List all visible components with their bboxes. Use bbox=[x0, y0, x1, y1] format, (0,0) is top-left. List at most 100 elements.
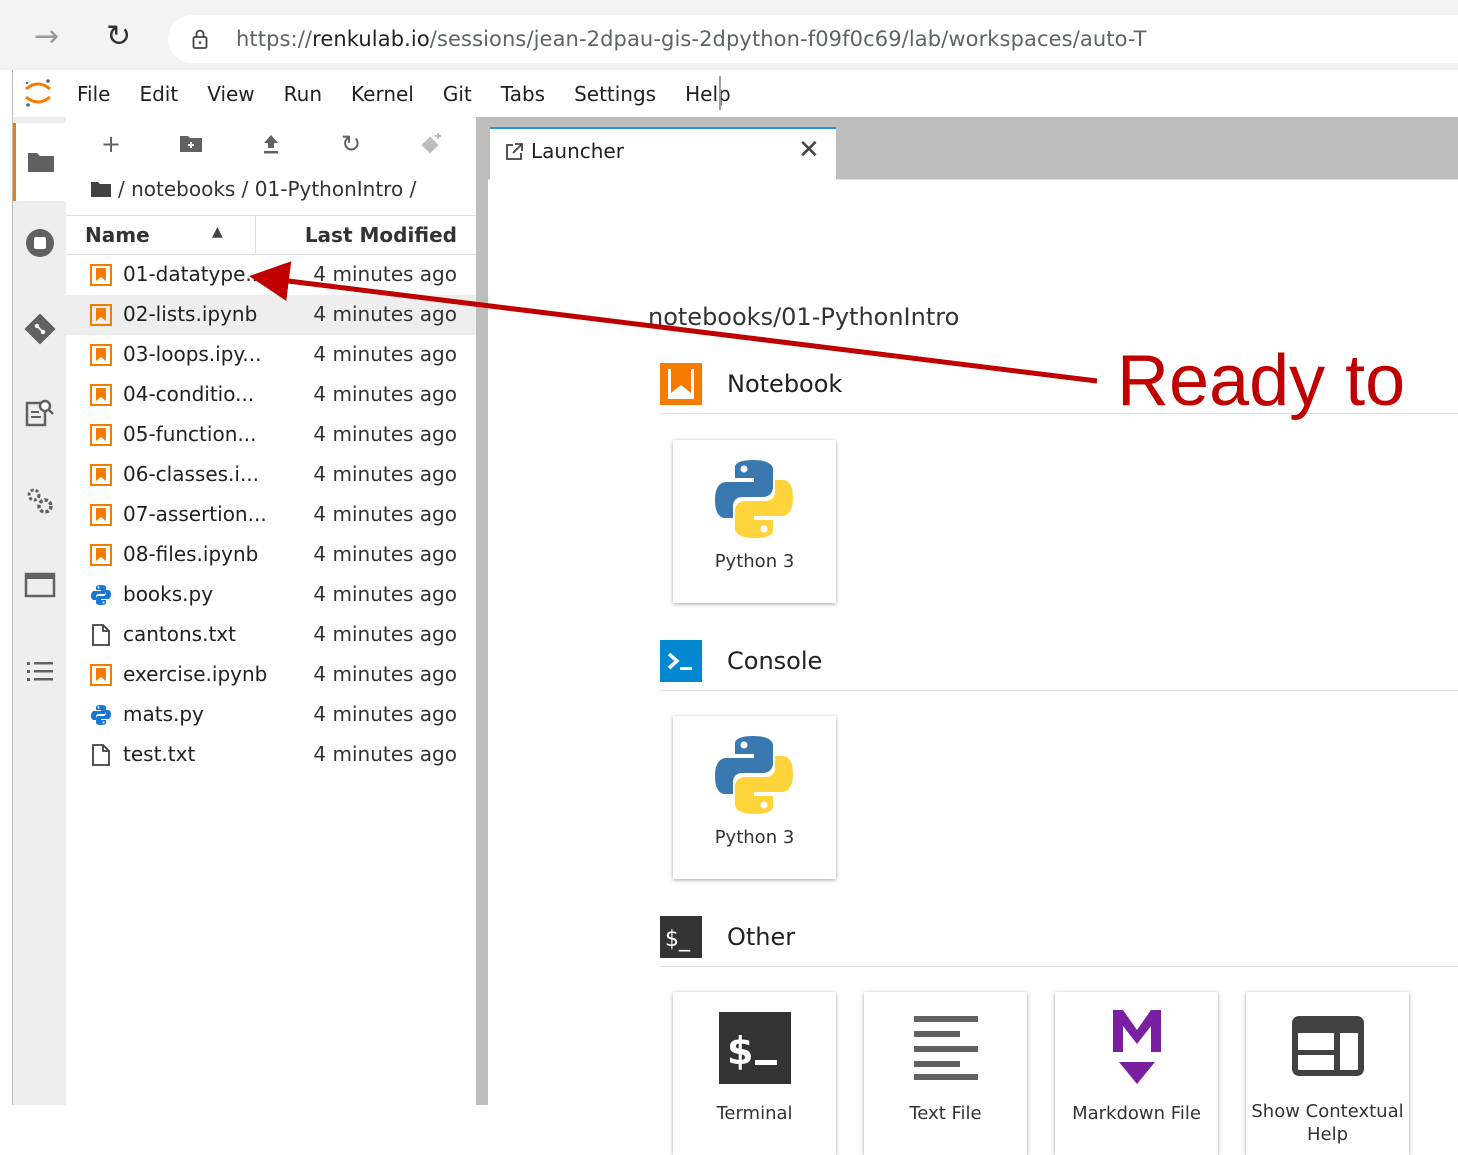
file-name: test.txt bbox=[123, 742, 196, 766]
address-bar[interactable]: https://renkulab.io/sessions/jean-2dpau-… bbox=[168, 15, 1458, 63]
menu-view[interactable]: View bbox=[207, 82, 254, 106]
extensions-tab[interactable] bbox=[13, 471, 66, 531]
svg-text:$_: $_ bbox=[665, 927, 691, 952]
file-name: 05-function... bbox=[123, 422, 257, 446]
file-row[interactable]: 06-classes.i... 4 minutes ago bbox=[66, 455, 476, 495]
file-row[interactable]: mats.py 4 minutes ago bbox=[66, 695, 476, 735]
terminal-card[interactable]: $ Terminal bbox=[673, 992, 836, 1155]
file-name: 04-conditio... bbox=[123, 382, 255, 406]
running-sessions-tab[interactable] bbox=[13, 213, 66, 273]
menu-edit[interactable]: Edit bbox=[139, 82, 178, 106]
breadcrumb-path[interactable]: / notebooks / 01-PythonIntro / bbox=[118, 177, 416, 201]
git-tab[interactable] bbox=[13, 299, 66, 359]
menu-run[interactable]: Run bbox=[284, 82, 322, 106]
console-python3-card[interactable]: Python 3 bbox=[673, 716, 836, 879]
menu-bar: File Edit View Run Kernel Git Tabs Setti… bbox=[13, 70, 1458, 118]
file-list: 01-datatype... 4 minutes ago 02-lists.ipyn… bbox=[66, 255, 476, 775]
console-section-header: Console bbox=[660, 640, 1458, 691]
notebook-section-title: Notebook bbox=[727, 370, 843, 398]
notebook-file-icon bbox=[90, 344, 112, 366]
file-row[interactable]: exercise.ipynb 4 minutes ago bbox=[66, 655, 476, 695]
card-label: Terminal bbox=[716, 1103, 793, 1124]
file-row[interactable]: 05-function... 4 minutes ago bbox=[66, 415, 476, 455]
file-name: 07-assertion... bbox=[123, 502, 267, 526]
new-launcher-button[interactable]: + bbox=[96, 129, 126, 159]
console-icon bbox=[660, 640, 702, 682]
python-file-icon bbox=[90, 584, 112, 606]
file-row[interactable]: 08-files.ipynb 4 minutes ago bbox=[66, 535, 476, 575]
notebook-file-icon bbox=[90, 464, 112, 486]
file-modified: 4 minutes ago bbox=[313, 302, 457, 326]
notebook-python3-card[interactable]: Python 3 bbox=[673, 440, 836, 603]
folder-icon[interactable] bbox=[90, 180, 112, 198]
column-name-header[interactable]: Name bbox=[85, 223, 150, 247]
file-row[interactable]: 04-conditio... 4 minutes ago bbox=[66, 375, 476, 415]
menu-divider bbox=[719, 76, 721, 110]
file-name: 08-files.ipynb bbox=[123, 542, 259, 566]
card-label: Markdown File bbox=[1072, 1103, 1201, 1124]
file-name: cantons.txt bbox=[123, 622, 236, 646]
file-row[interactable]: test.txt 4 minutes ago bbox=[66, 735, 476, 775]
inspector-icon bbox=[25, 399, 54, 427]
breadcrumb: / notebooks / 01-PythonIntro / bbox=[90, 177, 416, 201]
file-modified: 4 minutes ago bbox=[313, 382, 457, 406]
menu-settings[interactable]: Settings bbox=[574, 82, 656, 106]
notebook-file-icon bbox=[90, 504, 112, 526]
main-dock-area: Launcher ✕ notebooks/01-PythonIntro Note… bbox=[488, 117, 1458, 1155]
tabs-tab[interactable] bbox=[13, 555, 66, 615]
gears-icon bbox=[27, 488, 53, 514]
git-clone-button[interactable] bbox=[416, 129, 446, 159]
file-name: mats.py bbox=[123, 702, 204, 726]
url-text: https://renkulab.io/sessions/jean-2dpau-… bbox=[236, 27, 1147, 51]
other-section-title: Other bbox=[727, 923, 796, 951]
contextual-help-card[interactable]: Show Contextual Help bbox=[1246, 992, 1409, 1155]
lock-icon[interactable] bbox=[192, 28, 208, 50]
new-folder-button[interactable] bbox=[176, 129, 206, 159]
file-modified: 4 minutes ago bbox=[313, 262, 457, 286]
text-file-icon bbox=[90, 624, 112, 646]
python-file-icon bbox=[90, 704, 112, 726]
file-name: 02-lists.ipynb bbox=[123, 302, 258, 326]
terminal-icon: $ bbox=[719, 1012, 791, 1084]
file-name: 03-loops.ipy... bbox=[123, 342, 262, 366]
close-icon[interactable]: ✕ bbox=[798, 135, 820, 165]
menu-help[interactable]: Help bbox=[685, 82, 731, 106]
markdown-file-card[interactable]: Markdown File bbox=[1055, 992, 1218, 1155]
text-file-icon bbox=[90, 744, 112, 766]
tab-launcher[interactable]: Launcher ✕ bbox=[490, 127, 836, 181]
panel-splitter[interactable] bbox=[476, 117, 488, 1105]
file-row[interactable]: 07-assertion... 4 minutes ago bbox=[66, 495, 476, 535]
file-browser-tab[interactable] bbox=[13, 123, 66, 201]
upload-button[interactable] bbox=[256, 129, 286, 159]
menu-git[interactable]: Git bbox=[443, 82, 472, 106]
file-row[interactable]: books.py 4 minutes ago bbox=[66, 575, 476, 615]
file-row[interactable]: 02-lists.ipynb 4 minutes ago bbox=[66, 295, 476, 335]
column-divider[interactable] bbox=[255, 216, 256, 254]
file-modified: 4 minutes ago bbox=[313, 582, 457, 606]
menu-tabs[interactable]: Tabs bbox=[501, 82, 545, 106]
contextual-help-icon bbox=[1292, 1016, 1364, 1076]
text-file-card[interactable]: Text File bbox=[864, 992, 1027, 1155]
property-inspector-tab[interactable] bbox=[13, 383, 66, 443]
menu-file[interactable]: File bbox=[77, 82, 110, 106]
file-modified: 4 minutes ago bbox=[313, 742, 457, 766]
forward-arrow-icon[interactable]: → bbox=[34, 22, 59, 52]
plus-icon: + bbox=[100, 130, 122, 158]
python-logo-icon bbox=[715, 736, 793, 814]
file-modified: 4 minutes ago bbox=[313, 462, 457, 486]
column-modified-header[interactable]: Last Modified bbox=[305, 223, 457, 247]
file-row[interactable]: cantons.txt 4 minutes ago bbox=[66, 615, 476, 655]
jupyter-logo-icon[interactable] bbox=[23, 78, 53, 108]
reload-icon[interactable]: ↻ bbox=[106, 22, 131, 52]
file-name: exercise.ipynb bbox=[123, 662, 268, 686]
file-list-header: Name ▲ Last Modified bbox=[66, 215, 476, 255]
notebook-file-icon bbox=[90, 424, 112, 446]
card-label: Python 3 bbox=[714, 827, 795, 848]
table-of-contents-tab[interactable] bbox=[13, 641, 66, 701]
launcher-icon bbox=[506, 143, 523, 160]
file-row[interactable]: 01-datatype... 4 minutes ago bbox=[66, 255, 476, 295]
file-row[interactable]: 03-loops.ipy... 4 minutes ago bbox=[66, 335, 476, 375]
sort-ascending-icon[interactable]: ▲ bbox=[212, 224, 223, 240]
refresh-button[interactable]: ↻ bbox=[336, 129, 366, 159]
menu-kernel[interactable]: Kernel bbox=[351, 82, 414, 106]
